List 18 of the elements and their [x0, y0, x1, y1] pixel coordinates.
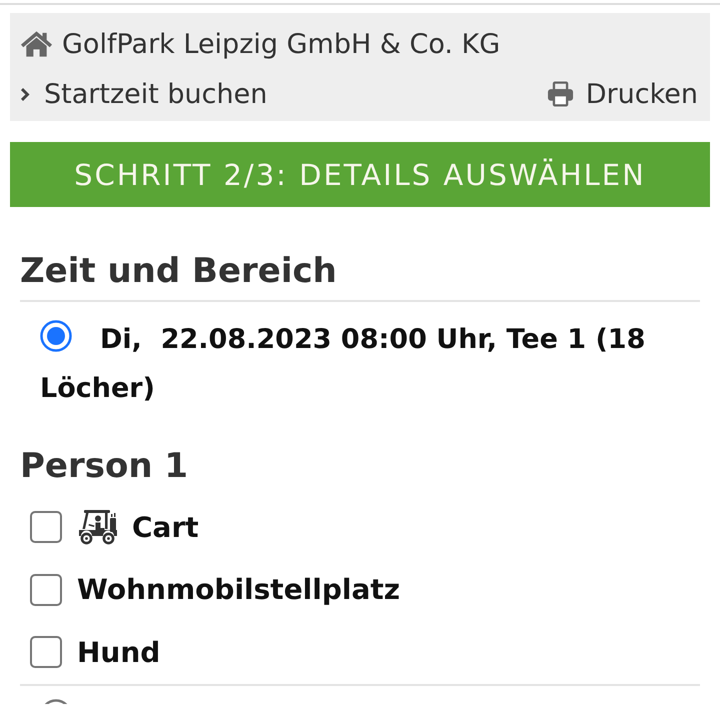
checkbox[interactable]	[30, 574, 62, 606]
radio-button[interactable]	[40, 320, 72, 352]
home-icon	[20, 30, 53, 58]
chevron-right-icon	[20, 86, 30, 102]
golf-cart-icon	[77, 509, 119, 546]
print-link[interactable]: Drucken	[546, 78, 698, 110]
option-label: Wohnmobilstellplatz	[77, 573, 400, 606]
option-label: Hund	[77, 636, 160, 669]
section-heading: Zeit und Bereich	[20, 249, 700, 302]
club-name-link[interactable]: GolfPark Leipzig GmbH & Co. KG	[62, 28, 500, 60]
step-banner: SCHRITT 2/3: DETAILS AUSWÄHLEN	[10, 142, 710, 207]
printer-icon	[546, 81, 574, 107]
tee-time-option[interactable]: Di, 22.08.2023 08:00 Uhr, Tee 1 (18 Löcher)	[40, 315, 700, 413]
breadcrumb-link[interactable]: Startzeit buchen	[44, 78, 268, 110]
section-heading: Person 1	[20, 445, 190, 488]
checkbox[interactable]	[30, 636, 62, 668]
checkbox[interactable]	[30, 511, 62, 544]
option-label: Cart	[132, 510, 199, 544]
